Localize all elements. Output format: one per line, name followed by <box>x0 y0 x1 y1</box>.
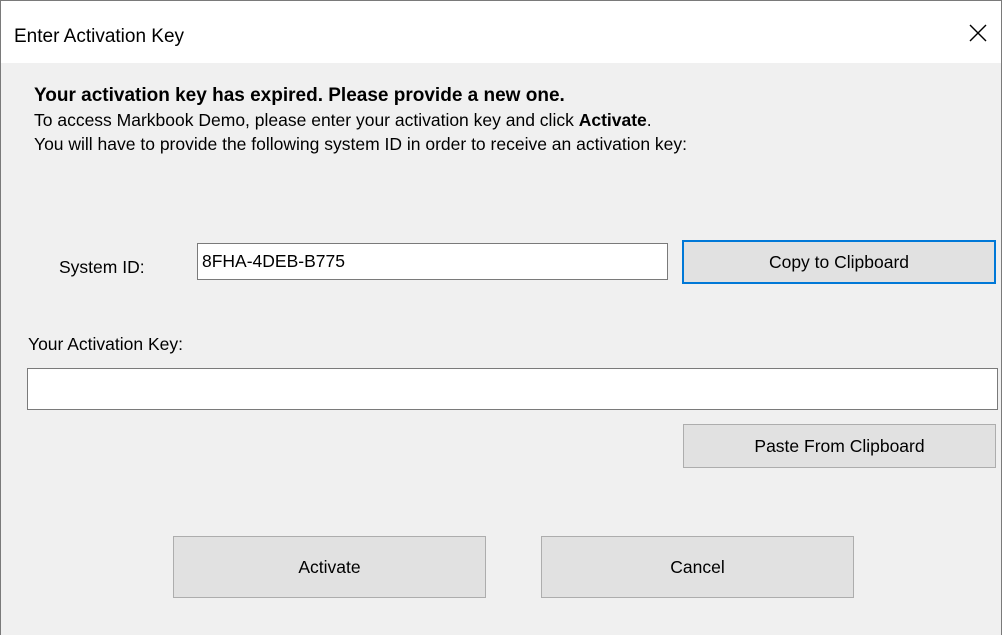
system-id-instruction: You will have to provide the following s… <box>34 134 688 154</box>
title-bar[interactable]: Enter Activation Key <box>1 0 1001 63</box>
instruction-line: To access Markbook Demo, please enter yo… <box>34 109 652 131</box>
dialog-content: Your activation key has expired. Please … <box>1 63 1001 635</box>
expired-heading: Your activation key has expired. Please … <box>34 85 565 106</box>
window-title: Enter Activation Key <box>14 26 185 47</box>
instruction-prefix: To access Markbook Demo, please enter yo… <box>34 110 579 130</box>
paste-from-clipboard-button[interactable]: Paste From Clipboard <box>683 424 996 468</box>
instruction-suffix: . <box>646 110 652 130</box>
system-id-field[interactable]: 8FHA-4DEB-B775 <box>197 243 668 280</box>
activate-button[interactable]: Activate <box>173 536 486 598</box>
activation-key-input[interactable] <box>27 368 998 410</box>
cancel-button[interactable]: Cancel <box>541 536 854 598</box>
activation-key-label: Your Activation Key: <box>28 334 184 354</box>
system-id-label: System ID: <box>59 257 145 277</box>
instruction-activate-word: Activate <box>578 110 647 130</box>
close-button[interactable] <box>955 11 1001 55</box>
close-icon <box>969 24 987 42</box>
copy-to-clipboard-button[interactable]: Copy to Clipboard <box>682 240 996 284</box>
activation-dialog: Enter Activation Key Your activation key… <box>0 0 1002 635</box>
